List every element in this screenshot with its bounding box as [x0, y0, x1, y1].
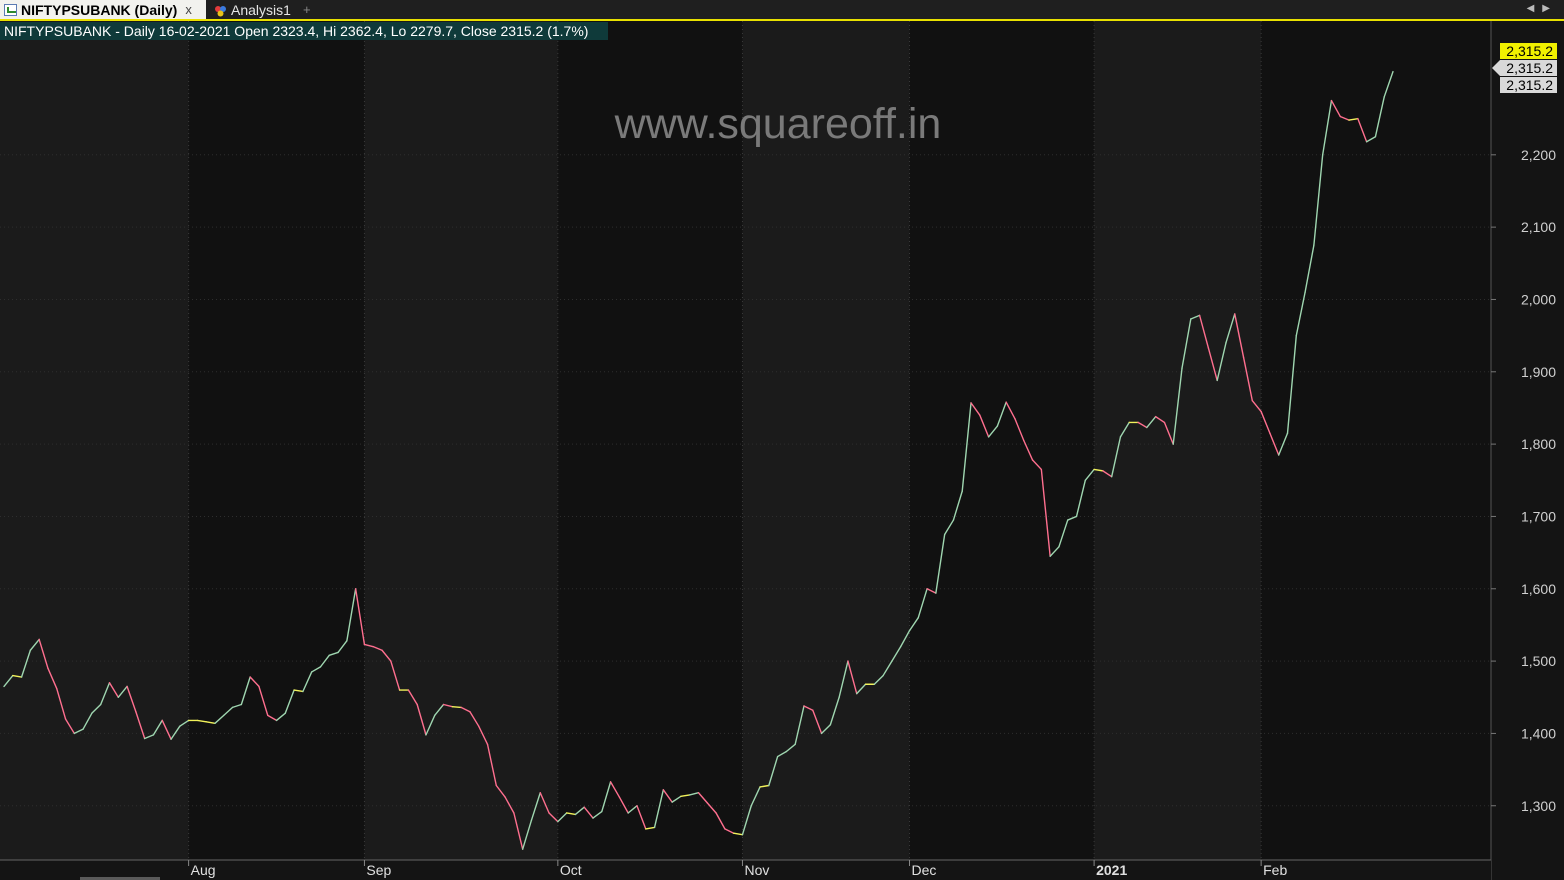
y-tick-label: 1,900 — [1521, 364, 1556, 380]
x-tick-label: Aug — [191, 862, 216, 878]
close-icon[interactable]: x — [185, 2, 192, 17]
tab-label: NIFTYPSUBANK (Daily) — [21, 1, 178, 18]
y-tick-label: 1,800 — [1521, 436, 1556, 452]
x-tick-label: Nov — [744, 862, 769, 878]
y-tick-label: 2,000 — [1521, 291, 1556, 307]
y-tick-label: 1,500 — [1521, 653, 1556, 669]
month-band — [188, 21, 365, 860]
price-label: 2,315.2 — [1506, 43, 1553, 59]
price-label: 2,315.2 — [1506, 77, 1553, 93]
chart-icon — [4, 3, 17, 16]
chart-info-header: NIFTYPSUBANK - Daily 16-02-2021 Open 232… — [4, 23, 588, 39]
tab-analysis1[interactable]: Analysis1 — [210, 0, 302, 19]
scroll-left-icon[interactable]: ◀ — [1527, 3, 1535, 14]
price-segment — [451, 705, 462, 709]
price-labels: 2,315.22,315.22,315.2 — [1492, 43, 1557, 93]
price-chart[interactable]: www.squareoff.in 1,300 1,400 1,500 1,600 1,7… — [0, 21, 1564, 880]
watermark: www.squareoff.in — [614, 100, 942, 148]
x-tick-label: 2021 — [1096, 862, 1127, 878]
x-tick-label: Dec — [911, 862, 936, 878]
tab-niftypsubank-daily[interactable]: NIFTYPSUBANK (Daily) x — [0, 0, 206, 19]
y-tick-label: 1,600 — [1521, 581, 1556, 597]
y-tick-label: 1,400 — [1521, 725, 1556, 741]
tab-bar: NIFTYPSUBANK (Daily) x Analysis1 + ◀ ▶ — [0, 0, 1564, 21]
add-tab-icon[interactable]: + — [303, 0, 317, 19]
y-tick-label: 1,700 — [1521, 508, 1556, 524]
y-tick-label: 1,300 — [1521, 798, 1556, 814]
price-label: 2,315.2 — [1506, 60, 1553, 76]
x-tick-label: Oct — [560, 862, 582, 878]
analysis-icon — [214, 4, 227, 16]
month-band — [364, 21, 558, 860]
tab-scroll-arrows: ◀ ▶ — [1527, 0, 1550, 16]
month-band — [1261, 21, 1491, 860]
y-tick-label: 2,100 — [1521, 219, 1556, 235]
month-band — [0, 21, 189, 860]
x-tick-label: Feb — [1263, 862, 1287, 878]
tab-label: Analysis1 — [231, 1, 291, 18]
x-tick-label: Sep — [366, 862, 391, 878]
scroll-right-icon[interactable]: ▶ — [1542, 3, 1550, 14]
y-tick-label: 2,200 — [1521, 147, 1556, 163]
